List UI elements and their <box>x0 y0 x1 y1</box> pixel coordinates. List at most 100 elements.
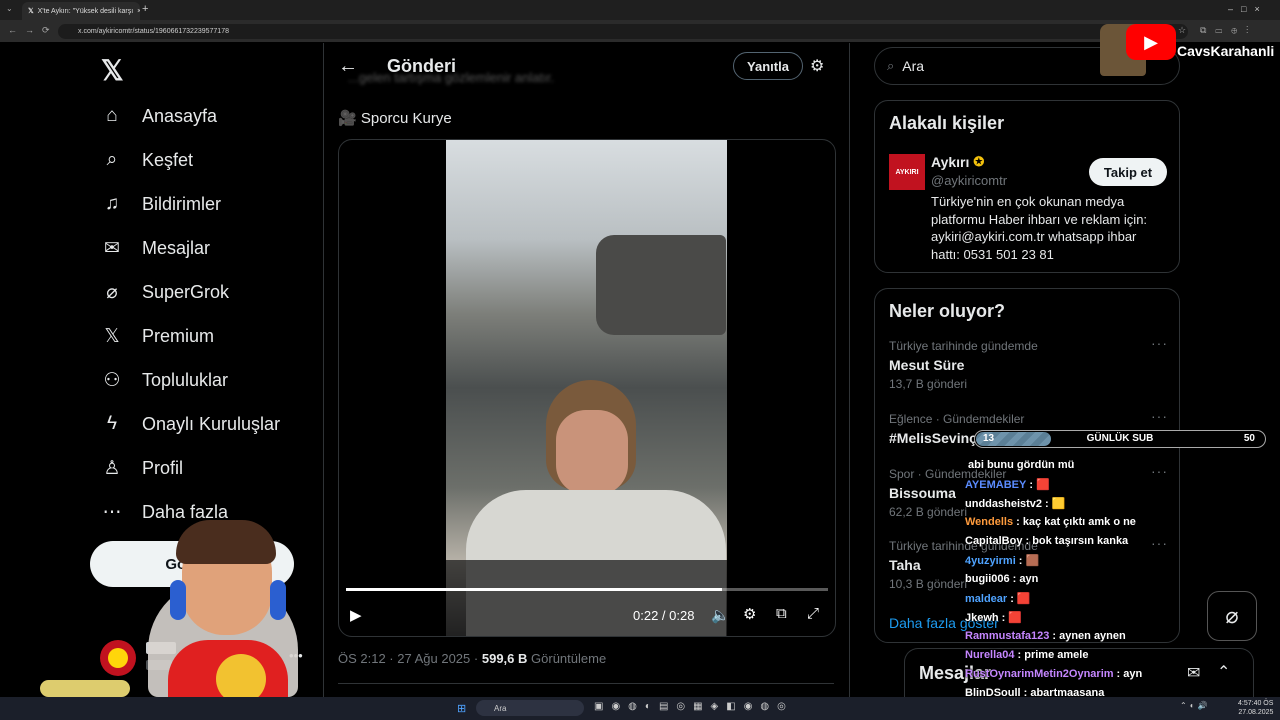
address-bar-row: ← → ⟳ x.com/aykiricomtr/status/196066173… <box>0 20 1280 42</box>
chat-message: unddasheistv2: 🟨 <box>965 497 1065 510</box>
nav-item-label: Onaylı Kuruluşlar <box>142 413 281 434</box>
x-logo-icon[interactable]: 𝕏 <box>101 54 124 87</box>
chat-username: maldear <box>965 593 1008 605</box>
trend-name: Taha <box>889 557 921 573</box>
avatar-hair <box>176 520 276 564</box>
grok-icon: ⌀ <box>106 281 118 303</box>
nav-item-label: Topluluklar <box>142 369 229 390</box>
chat-username: AYEMABEY <box>965 479 1027 491</box>
chat-message: CapitalBoy: bok taşırsın kanka <box>965 535 1128 547</box>
chat-message: Wendells: kaç kat çıktı amk o ne <box>965 516 1136 528</box>
related-people-card: Alakalı kişiler AYKIRI Aykırı ✪ @aykiric… <box>874 100 1180 273</box>
search-icon: ⌕ <box>106 149 118 170</box>
chat-text: : 🟥 <box>1001 612 1023 624</box>
nav-item-3[interactable]: ✉ Mesajlar <box>100 233 210 263</box>
headphone-left <box>170 580 186 620</box>
views-count: 599,6 B <box>481 651 528 666</box>
trends-title: Neler oluyor? <box>889 301 1006 321</box>
chat-username: bugii006 <box>965 573 1010 585</box>
taskbar-search[interactable]: Ara <box>476 700 584 716</box>
verified-badge-icon: ✪ <box>973 154 985 169</box>
tab-close-icon[interactable]: × <box>137 8 140 15</box>
clock[interactable]: 4:57:40 ÖS 27.08.2025 <box>1238 699 1273 717</box>
video-progress-fill <box>346 588 722 591</box>
browser-extension-icons[interactable]: ⧉▭⊕⋮ <box>1200 25 1257 36</box>
tray-icons[interactable]: ⌃◐🔊 <box>1180 701 1211 710</box>
picture-in-picture-icon[interactable]: ⧉ <box>776 605 787 622</box>
video-progress-track[interactable] <box>346 588 828 591</box>
avatar-shirt <box>168 640 288 704</box>
faded-post-text: ...gelen tartışma gözlemlenir anlatır. <box>348 70 554 85</box>
nav-item-2[interactable]: ♫ Bildirimler <box>100 189 221 219</box>
nav-item-0[interactable]: ⌂ Anasayfa <box>100 101 217 131</box>
video-settings-icon[interactable]: ⚙ <box>743 605 756 623</box>
headphone-right <box>270 580 286 620</box>
video-player[interactable]: ▶ 0:22 / 0:28 🔈 ⚙ ⧉ ⤢ <box>338 139 836 637</box>
nav-item-8[interactable]: ♙ Profil <box>100 453 183 483</box>
nav-item-1[interactable]: ⌕ Keşfet <box>100 145 193 175</box>
window-controls[interactable]: –□× <box>1228 4 1268 14</box>
tab-title: X'te Aykırı: "Yüksek desili karşı <box>37 7 134 15</box>
nav-item-label: Anasayfa <box>142 105 218 126</box>
person-handle[interactable]: @aykiricomtr <box>931 173 1007 188</box>
column-divider-right <box>849 43 850 697</box>
reload-icon[interactable]: ⟳ <box>42 25 50 36</box>
chat-text: : 🟥 <box>1029 479 1050 491</box>
views-label: Görüntüleme <box>531 651 607 666</box>
person-avatar[interactable]: AYKIRI <box>889 154 925 190</box>
trend-more-icon[interactable]: ··· <box>1151 463 1168 479</box>
follow-button[interactable]: Takip et <box>1089 158 1167 186</box>
person-bio: Türkiye'nin en çok okunan medya platform… <box>931 194 1148 262</box>
play-icon[interactable]: ▶ <box>350 606 362 624</box>
chat-message: Nurella04: prime amele <box>965 649 1088 661</box>
nav-item-4[interactable]: ⌀ SuperGrok <box>100 277 229 307</box>
chat-username: Jkewh <box>965 612 999 624</box>
nav-item-7[interactable]: ϟ Onaylı Kuruluşlar <box>100 409 280 439</box>
sub-label: GÜNLÜK SUB <box>1086 433 1154 444</box>
x-logo-icon: 𝕏 <box>104 325 120 347</box>
account-avatar[interactable] <box>100 640 136 676</box>
volume-icon[interactable]: 🔈 <box>711 606 730 624</box>
person-name-row[interactable]: Aykırı ✪ <box>931 154 984 170</box>
nav-item-label: Bildirimler <box>142 193 222 214</box>
filter-settings-icon[interactable]: ⚙ <box>810 56 824 76</box>
nav-item-5[interactable]: 𝕏 Premium <box>100 321 214 351</box>
back-nav-icon[interactable]: ← <box>8 25 17 35</box>
chat-text: : prime amele <box>1017 649 1089 661</box>
video-frame <box>446 140 727 636</box>
tab-menu-icon[interactable]: ⌄ <box>6 4 13 13</box>
grok-floating-button[interactable]: ⌀ <box>1207 591 1257 641</box>
bookmark-star-icon[interactable]: ☆ <box>1178 25 1186 36</box>
trend-more-icon[interactable]: ··· <box>1151 408 1168 424</box>
chat-username: CapitalBoy <box>965 535 1023 547</box>
post-meta-divider <box>338 683 834 684</box>
person-name[interactable]: Aykırı <box>931 154 969 170</box>
youtube-logo-icon: ▶ <box>1126 24 1176 60</box>
browser-tab[interactable]: 𝕏 X'te Aykırı: "Yüksek desili karşı × <box>22 2 140 20</box>
chat-text: abi bunu gördün mü <box>968 459 1075 471</box>
lightning-icon: ϟ <box>106 413 118 434</box>
nav-item-label: Profil <box>142 457 184 478</box>
nav-item-6[interactable]: ⚇ Topluluklar <box>100 365 228 395</box>
forward-nav-icon[interactable]: → <box>25 25 34 35</box>
clock-date: 27.08.2025 <box>1238 709 1274 716</box>
trend-more-icon[interactable]: ··· <box>1151 335 1168 351</box>
post-date[interactable]: ÖS 2:12 · 27 Ağu 2025 <box>338 651 470 666</box>
url-field[interactable]: x.com/aykiricomtr/status/196066173223957… <box>58 24 1188 39</box>
search-input[interactable]: Ara <box>902 58 924 74</box>
chat-username: Rammustafa123 <box>965 630 1050 642</box>
start-icon[interactable]: ⊞ <box>457 702 466 715</box>
reply-button[interactable]: Yanıtla <box>733 52 803 80</box>
bell-icon: ♫ <box>104 193 120 214</box>
expand-drawer-icon[interactable]: ⌃ <box>1217 662 1230 682</box>
new-message-icon[interactable]: ✉ <box>1187 663 1200 683</box>
trend-count: 62,2 B gönderi <box>889 505 968 519</box>
trend-meta: Eğlence · Gündemdekiler <box>889 412 1025 426</box>
new-tab-button[interactable]: + <box>142 3 148 15</box>
chat-message: abi bunu gördün mü <box>965 459 1074 471</box>
fullscreen-icon[interactable]: ⤢ <box>807 605 819 622</box>
home-icon: ⌂ <box>106 105 118 126</box>
steering-wheel <box>446 560 727 636</box>
taskbar-app-icons[interactable]: ▣◉◍◐▤◎▦◈◧◉◍◎ <box>594 701 794 712</box>
trend-more-icon[interactable]: ··· <box>1151 535 1168 551</box>
